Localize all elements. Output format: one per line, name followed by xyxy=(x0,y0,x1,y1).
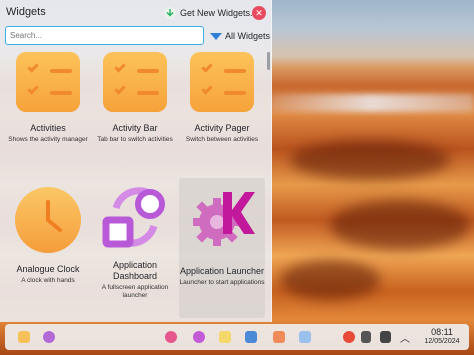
analogue-clock-icon xyxy=(14,186,82,254)
download-icon xyxy=(164,7,176,19)
widget-name: Activities xyxy=(30,123,66,133)
panel-header: Widgets Get New Widgets... ✕ xyxy=(0,0,272,24)
widget-tile-application-launcher[interactable]: Application Launcher Launcher to start a… xyxy=(179,178,265,318)
wallpaper-dune-shadow xyxy=(280,260,380,300)
panel-title: Widgets xyxy=(6,6,46,18)
widget-description: A fullscreen application launcher xyxy=(101,284,169,299)
close-icon: ✕ xyxy=(255,8,263,18)
widget-name: Application Launcher xyxy=(179,266,265,276)
clock[interactable]: 08:11 12/05/2024 xyxy=(419,327,465,346)
windows-icon[interactable] xyxy=(245,331,257,343)
widget-tile-activity-pager[interactable]: Activity Pager Switch between activities xyxy=(179,50,265,144)
activity-pager-icon xyxy=(190,52,254,112)
get-new-widgets-button[interactable]: Get New Widgets... xyxy=(164,4,258,22)
application-dashboard-icon xyxy=(98,180,172,254)
taskbar: ︿ 08:11 12/05/2024 xyxy=(5,324,469,350)
widget-description: Shows the activity manager xyxy=(8,136,88,143)
volume-icon[interactable] xyxy=(361,331,371,343)
activity-bar-icon xyxy=(103,52,167,112)
chat-icon[interactable] xyxy=(219,331,231,343)
widget-name: Analogue Clock xyxy=(16,264,80,274)
folder-icon[interactable] xyxy=(18,331,30,343)
clock-date: 12/05/2024 xyxy=(424,338,460,345)
close-button[interactable]: ✕ xyxy=(252,6,266,20)
clock-time: 08:11 xyxy=(431,327,453,337)
widget-tile-analogue-clock[interactable]: Analogue Clock A clock with hands xyxy=(5,180,91,285)
widgets-panel: Widgets Get New Widgets... ✕ All Widgets… xyxy=(0,0,272,322)
chevron-up-icon[interactable]: ︿ xyxy=(400,330,410,345)
widget-description: Tab bar to switch activities xyxy=(97,136,173,143)
widget-name: Activity Bar xyxy=(112,123,158,133)
kde-launcher-icon[interactable] xyxy=(165,331,177,343)
activities-icon xyxy=(16,52,80,112)
wallpaper-dune-shadow xyxy=(330,200,470,250)
widget-tile-activity-bar[interactable]: Activity Bar Tab bar to switch activitie… xyxy=(92,50,178,144)
image-viewer-icon[interactable] xyxy=(299,331,311,343)
media-player-icon[interactable] xyxy=(193,331,205,343)
widget-name: Activity Pager xyxy=(194,123,250,133)
search-input[interactable] xyxy=(5,26,204,45)
filter-label: All Widgets xyxy=(225,31,271,41)
wallpaper-dune-shadow xyxy=(290,140,450,180)
display-icon[interactable] xyxy=(380,331,391,343)
widget-tile-application-dashboard[interactable]: Application Dashboard A fullscreen appli… xyxy=(92,180,178,300)
filter-dropdown[interactable]: All Widgets xyxy=(210,28,270,44)
widget-tile-activities[interactable]: Activities Shows the activity manager xyxy=(5,50,91,144)
wallpaper-mist xyxy=(270,94,474,112)
get-new-widgets-label: Get New Widgets... xyxy=(180,8,258,18)
scrollbar[interactable] xyxy=(267,52,270,70)
application-launcher-icon xyxy=(187,182,257,252)
funnel-icon xyxy=(210,33,222,40)
store-icon[interactable] xyxy=(273,331,285,343)
widget-description: Switch between activities xyxy=(185,136,259,143)
widget-name: Application Dashboard xyxy=(112,260,158,281)
help-icon[interactable] xyxy=(43,331,55,343)
widget-description: Launcher to start applications xyxy=(179,279,265,286)
security-icon[interactable] xyxy=(343,331,355,343)
widget-description: A clock with hands xyxy=(21,277,75,284)
